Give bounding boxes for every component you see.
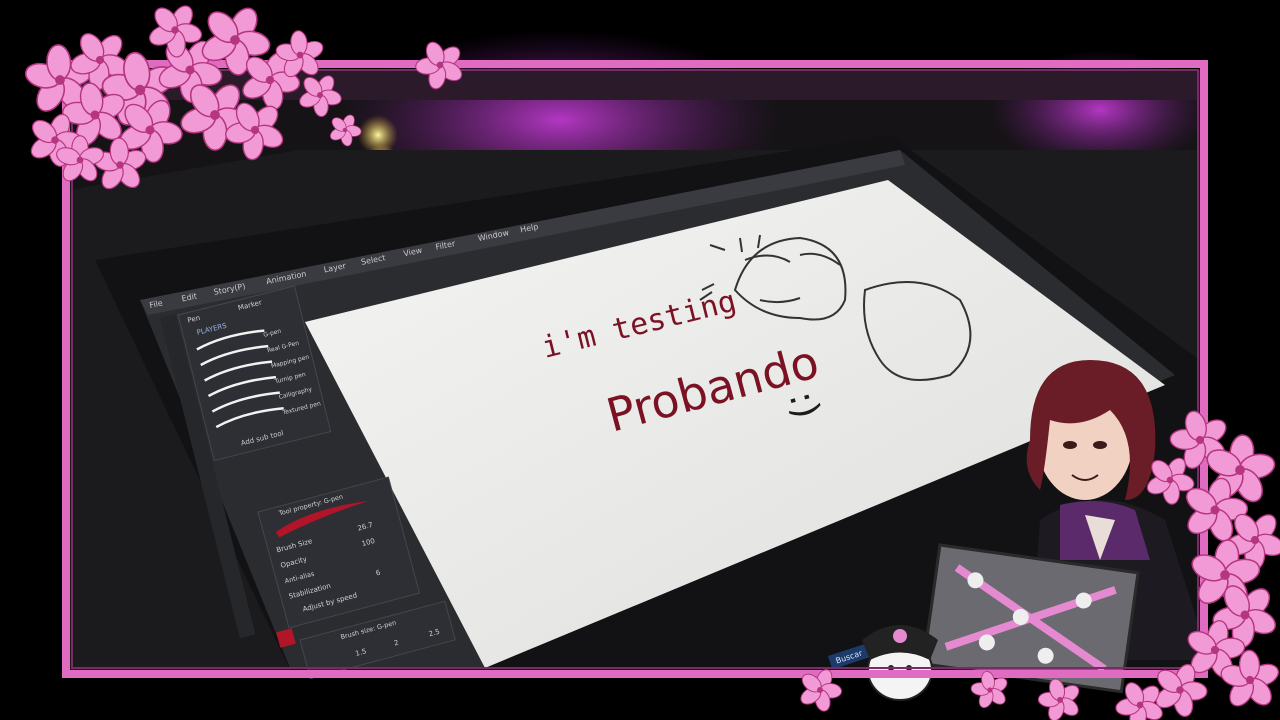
avatar-tablet: [921, 543, 1140, 694]
scene: FileEditStory(P)AnimationLayerSelectView…: [0, 0, 1280, 720]
